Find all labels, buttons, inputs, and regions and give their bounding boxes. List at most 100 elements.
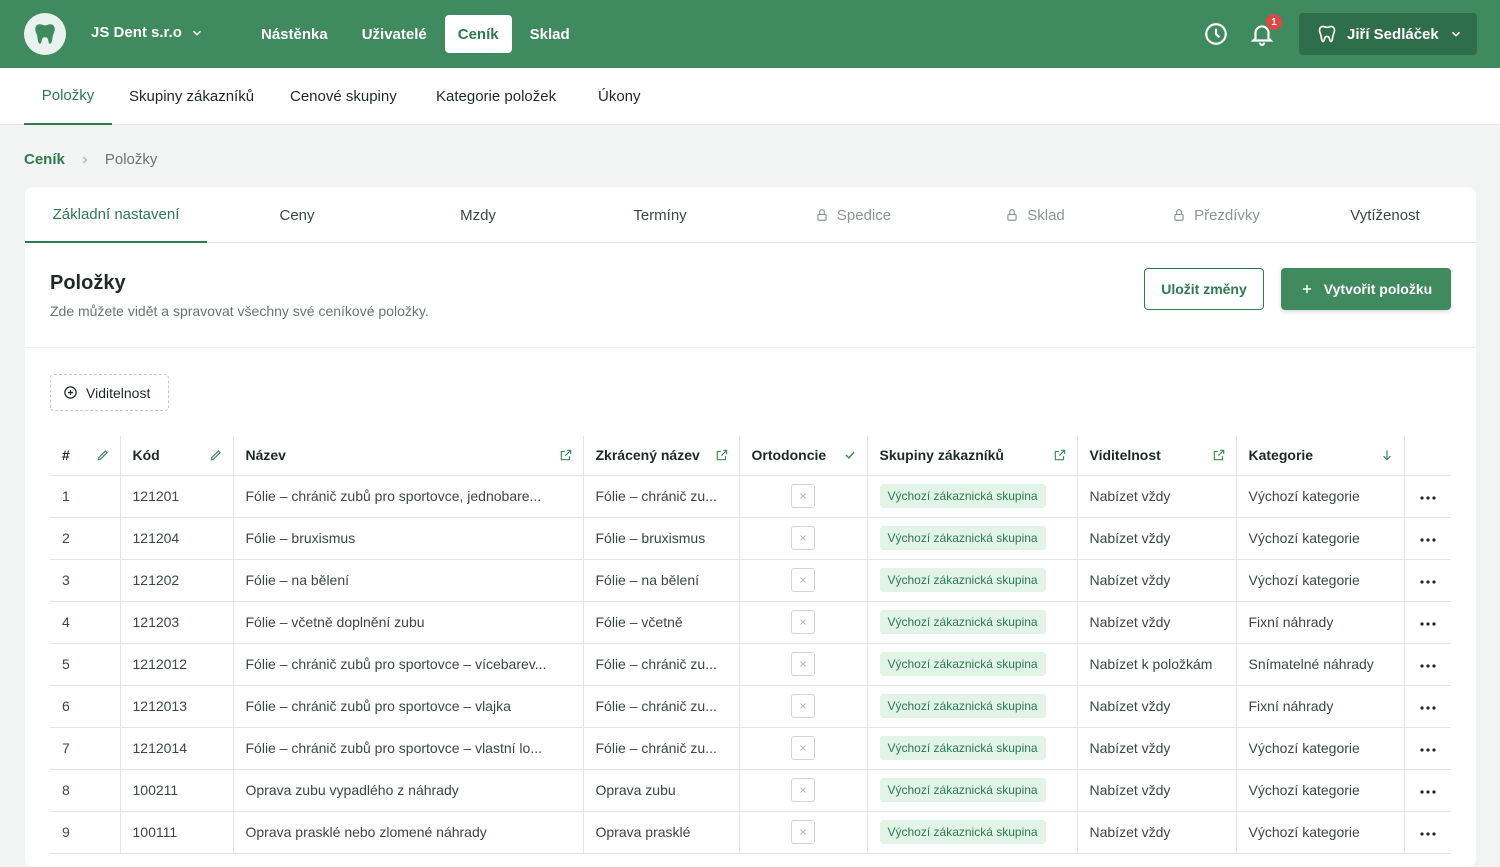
pencil-icon[interactable] <box>209 448 223 462</box>
cell-orthodontics <box>739 769 868 812</box>
more-horizontal-icon[interactable] <box>1419 537 1437 543</box>
more-horizontal-icon[interactable] <box>1419 663 1437 669</box>
pencil-icon[interactable] <box>96 448 110 462</box>
tab-shipping[interactable]: Spedice <box>762 187 944 243</box>
nav-pricelist[interactable]: Ceník <box>444 15 512 53</box>
orthodontics-checkbox[interactable] <box>791 736 815 760</box>
clock-icon[interactable] <box>1203 21 1229 47</box>
orthodontics-checkbox[interactable] <box>791 484 815 508</box>
more-horizontal-icon[interactable] <box>1419 579 1437 585</box>
sub-nav: Položky Skupiny zákazníků Cenové skupiny… <box>0 68 1500 125</box>
check-icon[interactable] <box>843 448 857 462</box>
table-row[interactable]: 4 121203 Fólie – včetně doplnění zubu Fólie… <box>50 601 1451 644</box>
save-changes-button[interactable]: Uložit změny <box>1144 268 1264 310</box>
table-row[interactable]: 8 100211 Oprava zubu vypadlého z náhrady Op… <box>50 769 1451 812</box>
visibility-filter-button[interactable]: Viditelnost <box>50 374 169 411</box>
user-menu[interactable]: Jiří Sedláček <box>1299 13 1477 55</box>
section-divider <box>25 347 1476 348</box>
orthodontics-checkbox[interactable] <box>791 778 815 802</box>
cell-orthodontics <box>739 559 868 602</box>
subnav-item-categories[interactable]: Kategorie položek <box>436 68 556 125</box>
subnav-tasks[interactable]: Úkony <box>598 68 641 125</box>
company-switcher[interactable]: JS Dent s.r.o <box>91 24 204 41</box>
create-item-label: Vytvořit položku <box>1323 281 1433 297</box>
cell-name: Oprava prasklé nebo zlomené náhrady <box>233 811 584 854</box>
cell-customer-groups: Výchozí zákaznická skupina <box>867 727 1078 770</box>
cell-orthodontics <box>739 643 868 686</box>
cell-number: 7 <box>50 727 121 770</box>
tab-prices[interactable]: Ceny <box>206 187 388 243</box>
nav-warehouse[interactable]: Sklad <box>514 15 586 53</box>
tab-deadlines[interactable]: Termíny <box>569 187 751 243</box>
tooth-logo-icon[interactable] <box>24 13 66 55</box>
cell-category: Výchozí kategorie <box>1236 475 1405 518</box>
tooth-icon <box>1318 25 1336 43</box>
cell-actions <box>1404 517 1451 560</box>
orthodontics-checkbox[interactable] <box>791 652 815 676</box>
table-row[interactable]: 1 121201 Fólie – chránič zubů pro sportovc… <box>50 475 1451 518</box>
col-orthodontics[interactable]: Ortodoncie <box>739 436 868 476</box>
cell-category: Výchozí kategorie <box>1236 811 1405 854</box>
col-short-name[interactable]: Zkrácený název <box>583 436 740 476</box>
orthodontics-checkbox[interactable] <box>791 610 815 634</box>
nav-dashboard[interactable]: Nástěnka <box>245 15 344 53</box>
cell-category: Výchozí kategorie <box>1236 727 1405 770</box>
col-number-label: # <box>62 447 70 464</box>
cell-orthodontics <box>739 727 868 770</box>
table-row[interactable]: 2 121204 Fólie – bruxismus Fólie – bruxismu… <box>50 517 1451 560</box>
orthodontics-checkbox[interactable] <box>791 820 815 844</box>
more-horizontal-icon[interactable] <box>1419 747 1437 753</box>
subnav-customer-groups[interactable]: Skupiny zákazníků <box>129 68 254 125</box>
customer-group-tag: Výchozí zákaznická skupina <box>879 484 1046 508</box>
tab-nicknames[interactable]: Přezdívky <box>1125 187 1307 243</box>
col-name[interactable]: Název <box>233 436 584 476</box>
cell-number: 4 <box>50 601 121 644</box>
table-row[interactable]: 5 1212012 Fólie – chránič zubů pro sportov… <box>50 643 1451 686</box>
tab-basic-settings[interactable]: Základní nastavení <box>25 187 207 243</box>
table-row[interactable]: 6 1212013 Fólie – chránič zubů pro sportov… <box>50 685 1451 728</box>
col-category[interactable]: Kategorie <box>1236 436 1405 476</box>
chevron-down-icon <box>1451 31 1460 37</box>
cell-code: 121202 <box>120 559 234 602</box>
customer-group-tag: Výchozí zákaznická skupina <box>879 694 1046 718</box>
orthodontics-checkbox[interactable] <box>791 526 815 550</box>
more-horizontal-icon[interactable] <box>1419 705 1437 711</box>
col-visibility[interactable]: Viditelnost <box>1077 436 1237 476</box>
external-link-icon[interactable] <box>1212 448 1226 462</box>
orthodontics-checkbox[interactable] <box>791 568 815 592</box>
col-code[interactable]: Kód <box>120 436 234 476</box>
table-row[interactable]: 9 100111 Oprava prasklé nebo zlomené náhra… <box>50 811 1451 854</box>
more-horizontal-icon[interactable] <box>1419 789 1437 795</box>
more-horizontal-icon[interactable] <box>1419 495 1437 501</box>
table-header-row: # Kód Název Zkrácený název Ortodoncie Sk… <box>50 436 1451 476</box>
item-tabs: Základní nastavení Ceny Mzdy Termíny Spe… <box>25 187 1476 243</box>
orthodontics-checkbox[interactable] <box>791 694 815 718</box>
col-short-name-label: Zkrácený název <box>595 447 700 464</box>
subnav-price-groups[interactable]: Cenové skupiny <box>290 68 397 125</box>
col-customer-groups[interactable]: Skupiny zákazníků <box>867 436 1078 476</box>
table-row[interactable]: 7 1212014 Fólie – chránič zubů pro sportov… <box>50 727 1451 770</box>
external-link-icon[interactable] <box>715 448 729 462</box>
external-link-icon[interactable] <box>1053 448 1067 462</box>
arrow-down-icon[interactable] <box>1380 448 1394 462</box>
breadcrumb-pricelist[interactable]: Ceník <box>24 151 65 168</box>
table-row[interactable]: 3 121202 Fólie – na bělení Fólie – na bělen… <box>50 559 1451 602</box>
tab-utilization[interactable]: Vytíženost <box>1294 187 1476 243</box>
create-item-button[interactable]: Vytvořit položku <box>1281 268 1451 310</box>
cell-code: 1212013 <box>120 685 234 728</box>
cell-short-name: Fólie – chránič zu... <box>583 685 740 728</box>
cell-code: 1212012 <box>120 643 234 686</box>
tab-stock[interactable]: Sklad <box>944 187 1126 243</box>
more-horizontal-icon[interactable] <box>1419 621 1437 627</box>
items-table: # Kód Název Zkrácený název Ortodoncie Sk… <box>50 436 1451 854</box>
subnav-items[interactable]: Položky <box>24 68 112 125</box>
cell-customer-groups: Výchozí zákaznická skupina <box>867 517 1078 560</box>
external-link-icon[interactable] <box>559 448 573 462</box>
customer-group-tag: Výchozí zákaznická skupina <box>879 610 1046 634</box>
cell-short-name: Fólie – chránič zu... <box>583 475 740 518</box>
nav-users[interactable]: Uživatelé <box>346 15 443 53</box>
more-horizontal-icon[interactable] <box>1419 831 1437 837</box>
tab-wages[interactable]: Mzdy <box>387 187 569 243</box>
col-number[interactable]: # <box>50 436 121 476</box>
breadcrumb-items: Položky <box>104 151 158 168</box>
